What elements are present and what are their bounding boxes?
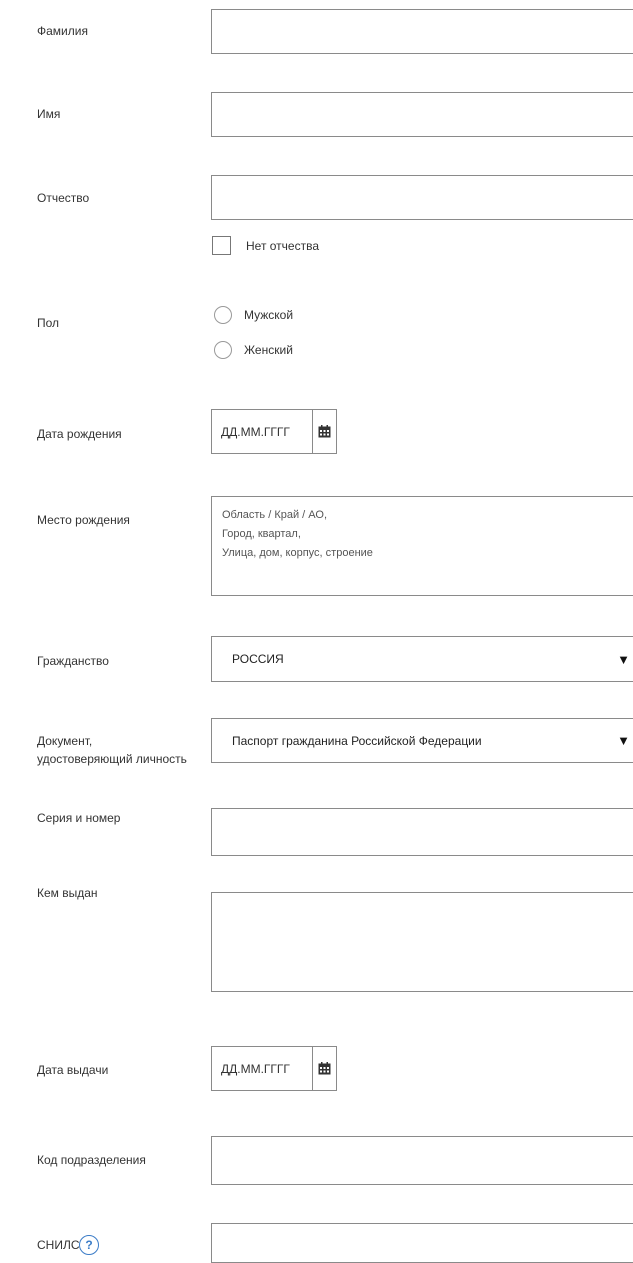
birth-date-placeholder: ДД.ММ.ГГГГ [221,424,290,439]
patronymic-input[interactable] [211,175,633,220]
gender-male-label: Мужской [244,308,294,322]
snils-label: СНИЛС [37,1238,80,1252]
id-document-selected-value: Паспорт гражданина Российской Федерации [232,733,482,748]
issue-date-placeholder: ДД.ММ.ГГГГ [221,1061,290,1076]
snils-input[interactable] [211,1223,633,1263]
birth-date-input[interactable]: ДД.ММ.ГГГГ [211,409,337,454]
calendar-icon[interactable] [312,410,336,453]
patronymic-label: Отчество [37,191,90,205]
citizenship-label: Гражданство [37,654,109,668]
series-number-label: Серия и номер [37,811,121,825]
series-number-input[interactable] [211,808,633,856]
citizenship-selected-value: РОССИЯ [232,652,284,666]
birth-place-label: Место рождения [37,513,130,527]
id-document-select[interactable]: Паспорт гражданина Российской Федерации … [211,718,633,763]
issue-date-input[interactable]: ДД.ММ.ГГГГ [211,1046,337,1091]
name-input[interactable] [211,92,633,137]
issued-by-textarea[interactable] [211,892,633,992]
surname-input[interactable] [211,9,633,54]
issued-by-label: Кем выдан [37,886,98,900]
triangle-down-icon: ▼ [617,733,630,748]
issue-date-label: Дата выдачи [37,1063,109,1077]
gender-label: Пол [37,316,60,330]
gender-male-radio[interactable] [214,306,232,324]
no-patronymic-checkbox[interactable] [212,236,231,255]
birth-date-label: Дата рождения [37,427,122,441]
division-code-input[interactable] [211,1136,633,1185]
citizenship-select[interactable]: РОССИЯ ▼ [211,636,633,682]
id-document-label: Документ, удостоверяющий личность [37,734,187,766]
calendar-icon[interactable] [312,1047,336,1090]
name-label: Имя [37,107,61,121]
birth-place-placeholder: Область / Край / АО, Город, квартал, Ули… [222,509,373,559]
no-patronymic-label: Нет отчества [246,239,320,253]
help-icon[interactable]: ? [79,1235,99,1255]
surname-label: Фамилия [37,24,88,38]
gender-female-radio[interactable] [214,341,232,359]
division-code-label: Код подразделения [37,1153,146,1167]
birth-place-textarea[interactable]: Область / Край / АО, Город, квартал, Ули… [211,496,633,596]
triangle-down-icon: ▼ [617,651,630,667]
gender-female-label: Женский [244,343,293,357]
